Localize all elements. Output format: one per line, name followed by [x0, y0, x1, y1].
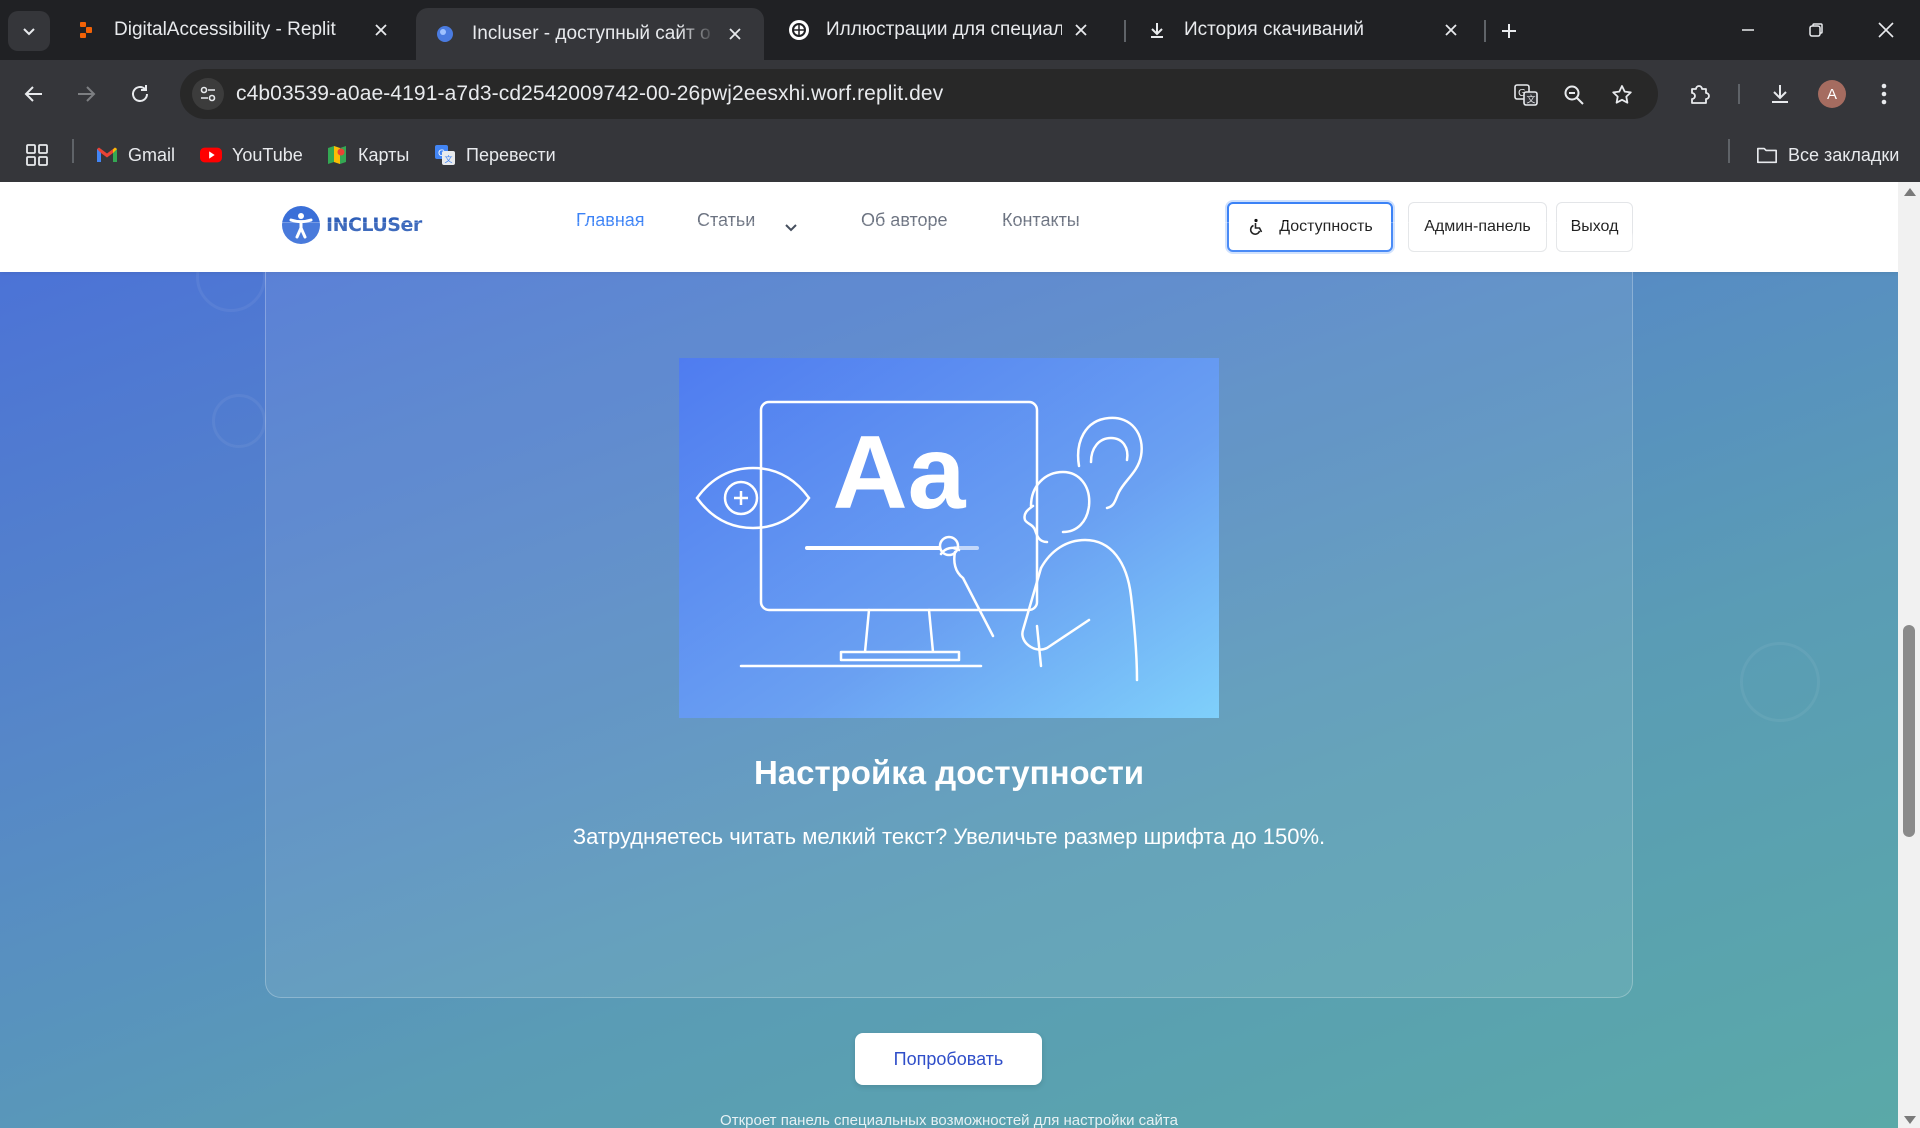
translate-icon: G文 — [434, 144, 456, 166]
tab-title: Incluser - доступный сайт о доступности — [472, 23, 716, 44]
slide-title: Настройка доступности — [753, 754, 1145, 791]
extensions-button[interactable] — [1680, 74, 1720, 114]
translate-icon: G文 — [1514, 84, 1538, 106]
zoom-out-icon — [1564, 85, 1584, 105]
menu-button[interactable] — [1864, 74, 1904, 114]
close-window-button[interactable] — [1862, 10, 1910, 50]
tab-downloads[interactable]: История скачиваний — [1128, 8, 1480, 52]
bookmark-label: YouTube — [232, 144, 303, 165]
background-decoration — [212, 394, 266, 448]
star-icon — [1612, 85, 1632, 104]
slide-description: Затрудняетесь читать мелкий текст? Увели… — [572, 824, 1326, 849]
all-bookmarks-label: Все закладки — [1788, 144, 1900, 165]
minimize-button[interactable] — [1724, 10, 1772, 50]
tab-search-button[interactable] — [8, 11, 50, 51]
tab-illustrations[interactable]: Иллюстрации для специальных возможностей — [770, 8, 1110, 52]
tab-title: DigitalAccessibility - Replit — [114, 19, 336, 40]
close-icon[interactable] — [370, 19, 392, 41]
tab-strip: DigitalAccessibility - Replit Incluser -… — [0, 0, 1920, 60]
restore-icon — [1809, 23, 1823, 37]
all-bookmarks-button[interactable]: Все закладки — [1756, 140, 1899, 170]
bookmarks-bar: Gmail YouTube Карты G文 Перевести Все зак… — [0, 128, 1920, 182]
globe-icon — [434, 23, 456, 45]
tab-divider — [1484, 20, 1486, 42]
scrollbar-thumb[interactable] — [1903, 625, 1915, 837]
chevron-down-icon — [23, 28, 35, 36]
scroll-up-arrow-icon[interactable] — [1904, 188, 1916, 196]
tab-title: История скачиваний — [1184, 19, 1365, 40]
bookmark-label: Карты — [358, 144, 410, 165]
svg-text:文: 文 — [445, 154, 453, 164]
forward-button[interactable] — [66, 74, 106, 114]
try-button-hint: Откроет панель специальных возможностей … — [720, 1112, 1178, 1128]
zoom-button[interactable] — [1558, 79, 1590, 111]
address-bar[interactable]: c4b03539-a0ae-4191-a7d3-cd2542009742-00-… — [180, 69, 1658, 119]
reload-button[interactable] — [120, 74, 160, 114]
close-icon[interactable] — [724, 23, 746, 45]
profile-avatar[interactable]: A — [1818, 80, 1846, 108]
minimize-icon — [1742, 29, 1754, 31]
tune-icon — [200, 86, 216, 102]
youtube-icon — [200, 144, 222, 166]
translate-page-button[interactable]: G文 — [1510, 79, 1542, 111]
tab-replit[interactable]: DigitalAccessibility - Replit — [58, 8, 410, 52]
bookmark-maps[interactable]: Карты — [326, 140, 409, 170]
apps-grid-icon — [26, 144, 48, 166]
page-scrollbar[interactable] — [1898, 182, 1920, 1128]
download-icon — [1772, 85, 1788, 103]
accessibility-illustration: Aa — [679, 358, 1219, 718]
replit-icon — [76, 19, 98, 41]
close-icon — [1878, 22, 1894, 38]
tab-divider — [1124, 20, 1126, 42]
gmail-icon — [96, 144, 118, 166]
new-tab-button[interactable] — [1492, 14, 1526, 48]
bookmark-translate[interactable]: G文 Перевести — [434, 140, 556, 170]
apps-button[interactable] — [26, 140, 48, 170]
illustration-aa-text: Aa — [833, 415, 967, 531]
downloads-button[interactable] — [1760, 74, 1800, 114]
try-button[interactable]: Попробовать — [855, 1033, 1042, 1085]
download-icon — [1146, 19, 1168, 41]
back-button[interactable] — [14, 74, 54, 114]
tab-incluser[interactable]: Incluser - доступный сайт о доступности — [416, 8, 764, 60]
close-icon[interactable] — [1070, 19, 1092, 41]
arrow-right-icon — [78, 86, 96, 102]
bookmarks-divider — [1728, 139, 1730, 163]
tab-title: Иллюстрации для специальных возможностей — [826, 19, 1062, 40]
url-text: c4b03539-a0ae-4191-a7d3-cd2542009742-00-… — [236, 82, 944, 105]
bookmark-label: Gmail — [128, 144, 176, 165]
arrow-left-icon — [24, 86, 42, 102]
background-decoration — [1740, 642, 1820, 722]
restore-button[interactable] — [1792, 10, 1840, 50]
toolbar-divider — [1738, 84, 1740, 104]
folder-icon — [1756, 144, 1778, 166]
bookmark-label: Перевести — [466, 144, 556, 165]
page-viewport: INCLUSer Главная Статьи Об авторе Контак… — [0, 182, 1898, 1128]
bookmark-star-button[interactable] — [1606, 79, 1638, 111]
site-info-button[interactable] — [192, 78, 224, 110]
close-icon[interactable] — [1440, 19, 1462, 41]
puzzle-icon — [1691, 85, 1710, 104]
maps-icon — [326, 144, 348, 166]
bookmark-youtube[interactable]: YouTube — [200, 140, 303, 170]
bookmark-gmail[interactable]: Gmail — [96, 140, 175, 170]
scroll-down-arrow-icon[interactable] — [1904, 1116, 1916, 1124]
plus-icon — [1502, 24, 1516, 38]
browser-toolbar: c4b03539-a0ae-4191-a7d3-cd2542009742-00-… — [0, 60, 1920, 128]
chatgpt-icon — [788, 19, 810, 41]
more-vertical-icon — [1881, 83, 1887, 105]
svg-text:文: 文 — [1527, 94, 1536, 106]
reload-icon — [132, 85, 148, 102]
bookmarks-divider — [72, 139, 74, 163]
